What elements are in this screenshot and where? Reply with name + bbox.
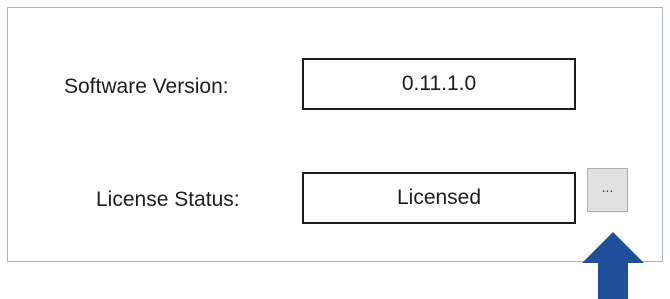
software-version-field: 0.11.1.0 [302,58,576,110]
license-status-label: License Status: [96,188,240,211]
license-browse-button[interactable]: ... [587,168,628,212]
license-status-field: Licensed [302,172,576,224]
settings-panel: Software Version: 0.11.1.0 License Statu… [7,7,663,262]
software-version-label: Software Version: [64,75,229,98]
up-arrow-icon [582,232,644,299]
